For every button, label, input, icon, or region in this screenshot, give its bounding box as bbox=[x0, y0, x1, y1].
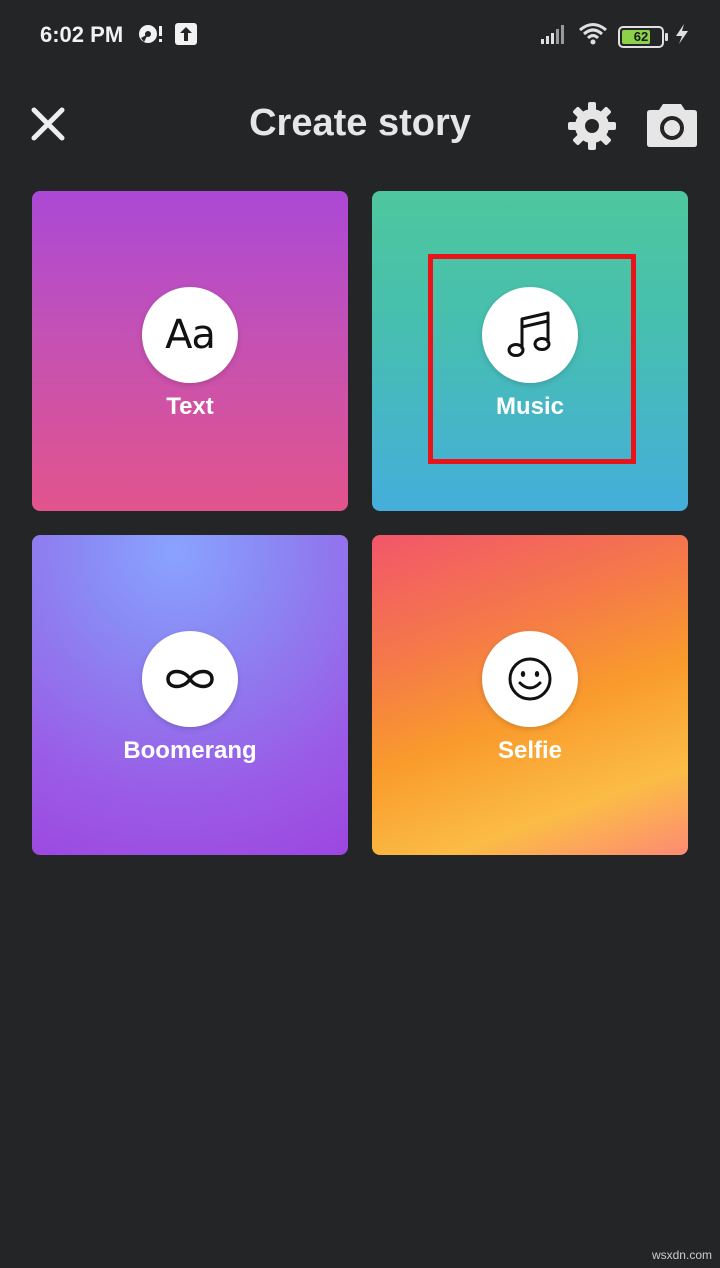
status-right-icons: 62 bbox=[540, 22, 690, 51]
wifi-icon bbox=[578, 22, 608, 51]
upload-icon bbox=[174, 22, 198, 46]
settings-button[interactable] bbox=[566, 100, 618, 152]
selfie-story-tile[interactable]: Selfie bbox=[372, 535, 688, 855]
selfie-tile-label: Selfie bbox=[497, 737, 563, 764]
status-time: 6:02 PM bbox=[40, 22, 124, 47]
boomerang-story-tile[interactable]: Boomerang bbox=[32, 535, 348, 855]
music-story-tile[interactable]: Music bbox=[372, 191, 688, 511]
watermark: wsxdn.com bbox=[651, 1248, 712, 1262]
infinity-icon bbox=[142, 631, 238, 727]
boomerang-tile-label: Boomerang bbox=[123, 737, 257, 764]
smiley-icon bbox=[482, 631, 578, 727]
app-header: Create story bbox=[0, 88, 720, 160]
status-bar: 6:02 PM 62 bbox=[0, 0, 720, 70]
text-tile-label: Text bbox=[166, 393, 214, 420]
signal-icon bbox=[540, 23, 568, 50]
gear-icon bbox=[568, 102, 616, 150]
text-story-tile[interactable]: Aa Text bbox=[32, 191, 348, 511]
notification-icon bbox=[138, 22, 162, 46]
text-aa-glyph: Aa bbox=[165, 312, 216, 358]
battery-icon: 62 bbox=[618, 25, 668, 48]
text-aa-icon: Aa bbox=[142, 287, 238, 383]
status-left-icons bbox=[138, 22, 198, 46]
battery-level: 62 bbox=[633, 29, 649, 44]
create-story-screen: 6:02 PM 62 Create story Aa Text Music Bo… bbox=[0, 0, 720, 1268]
music-tile-label: Music bbox=[495, 393, 564, 420]
camera-button[interactable] bbox=[646, 100, 698, 148]
camera-icon bbox=[647, 104, 697, 147]
charging-icon bbox=[674, 23, 690, 50]
music-note-icon bbox=[482, 287, 578, 383]
